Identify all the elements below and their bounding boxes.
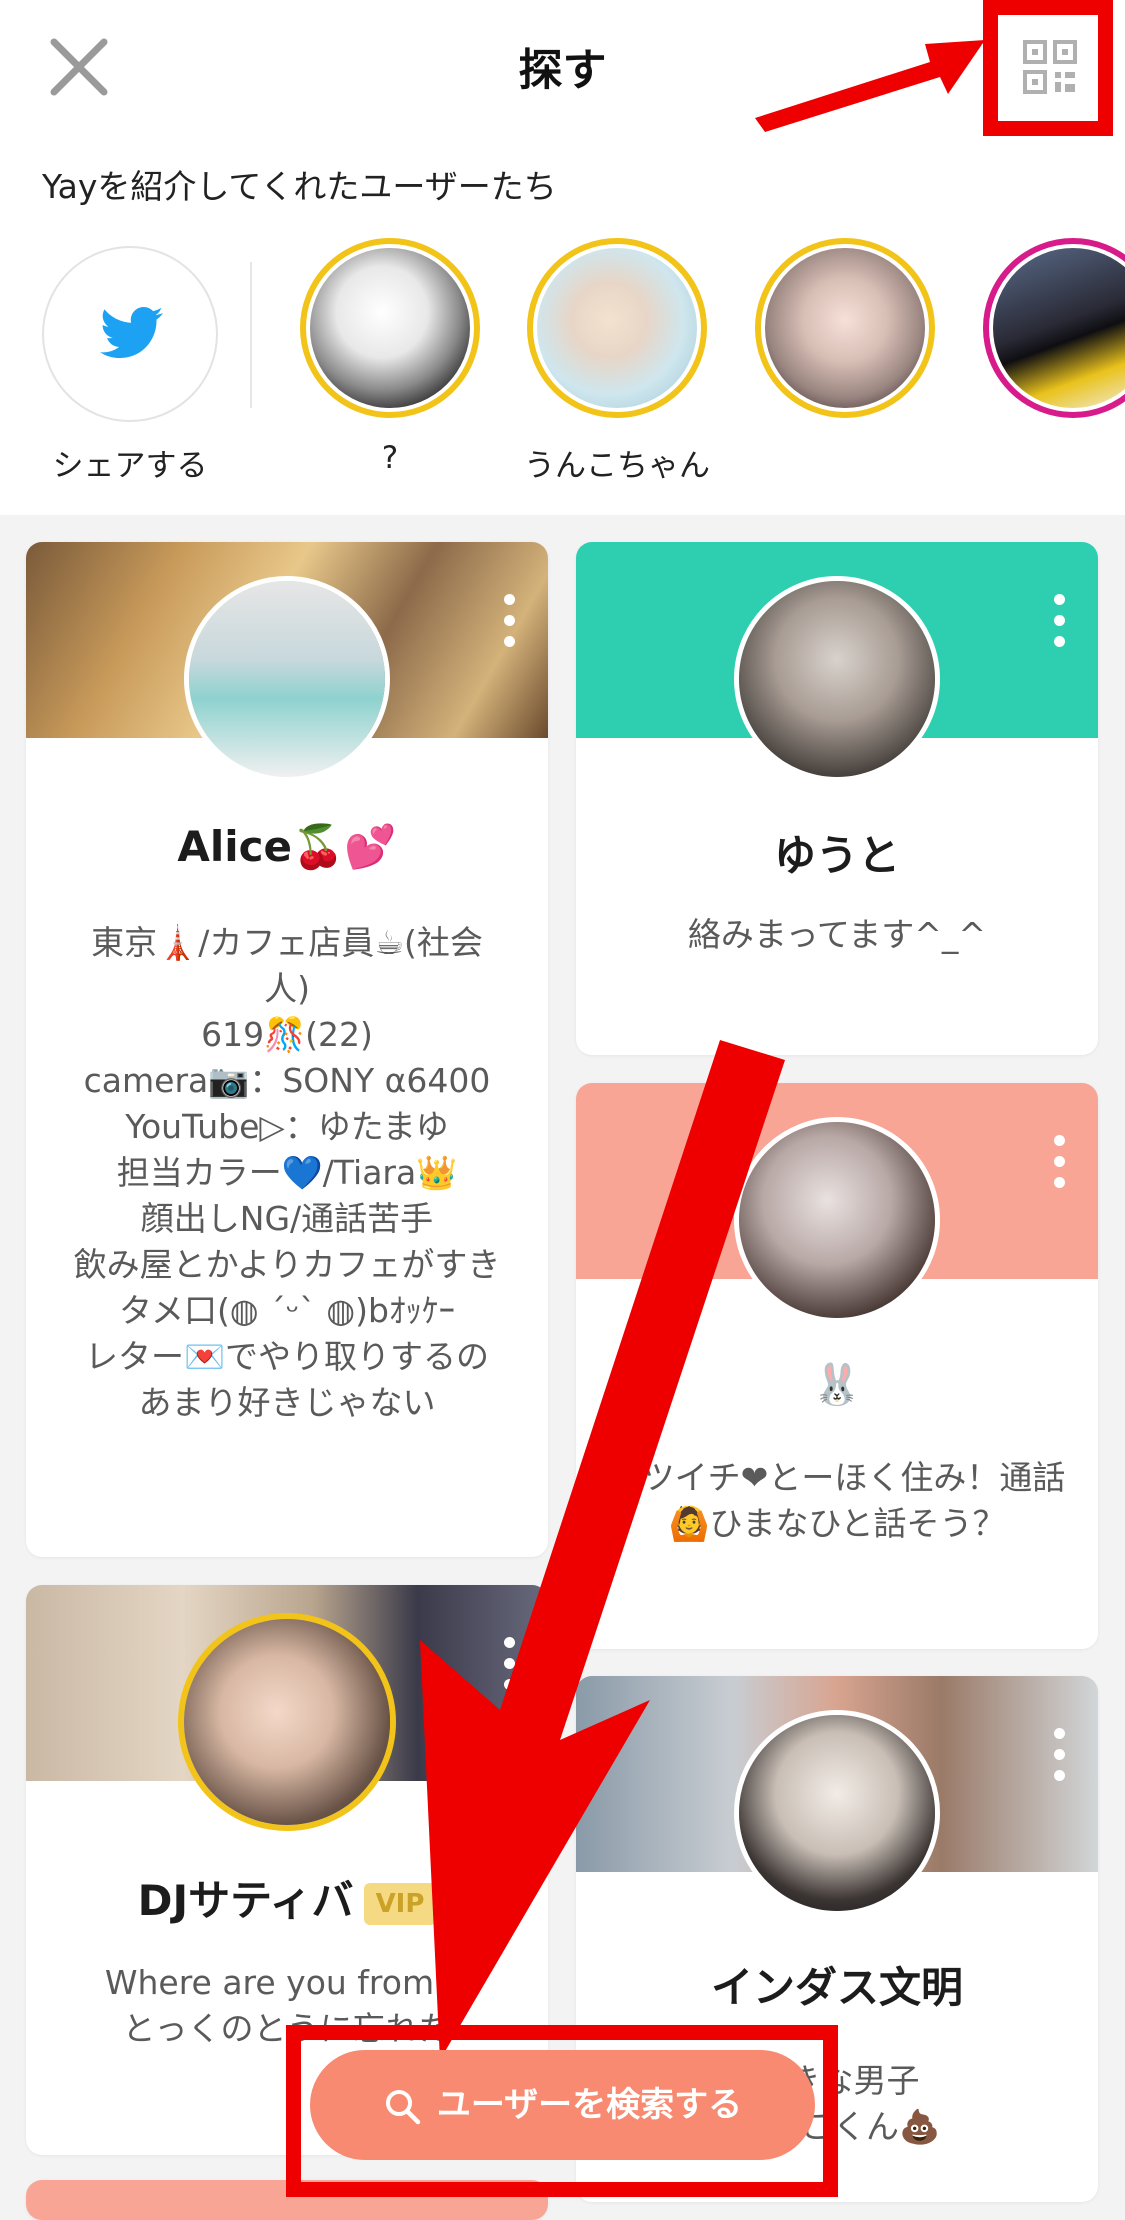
annotation-arrows — [420, 40, 985, 2060]
annotation-box-search — [286, 2025, 838, 2197]
annotation-arrow-main — [420, 1040, 785, 2060]
annotation-arrow-top — [755, 40, 985, 132]
